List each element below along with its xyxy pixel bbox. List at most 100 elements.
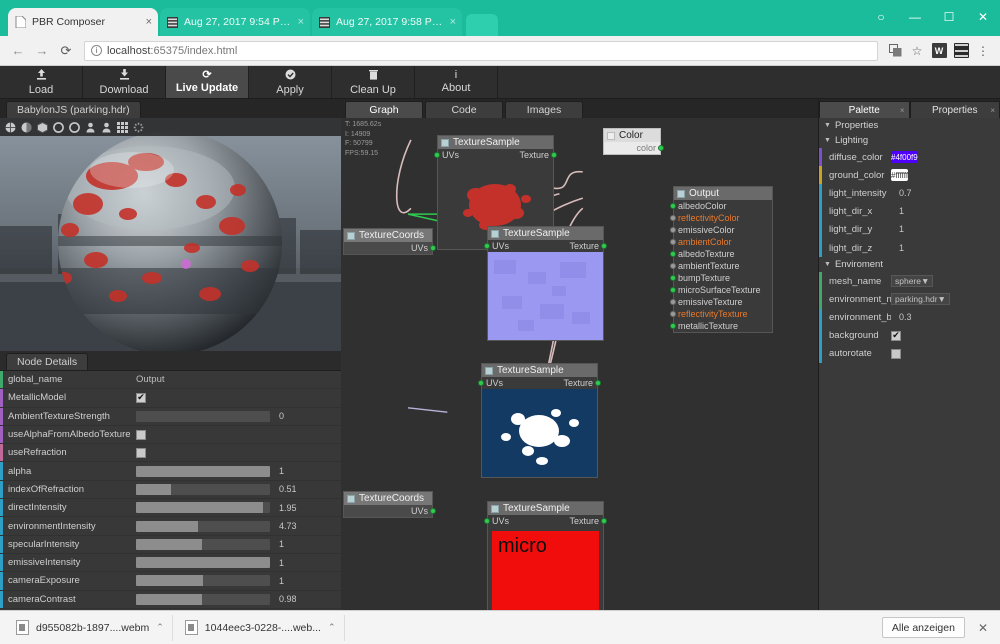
tab-properties[interactable]: Properties ×	[909, 101, 1000, 118]
property-checkbox[interactable]	[136, 447, 146, 458]
input-port[interactable]	[484, 243, 490, 249]
toolbar-download-button[interactable]: Download	[83, 66, 166, 98]
property-value[interactable]: 0.98	[276, 593, 336, 605]
property-dropdown[interactable]: sphere ▼	[891, 275, 934, 288]
property-checkbox[interactable]	[136, 429, 146, 440]
property-value[interactable]: 1	[899, 206, 904, 216]
node-color[interactable]: Color color	[603, 128, 664, 155]
bookmark-star-icon[interactable]: ☆	[906, 40, 928, 62]
browser-tab-0[interactable]: PBR Composer ×	[8, 8, 158, 36]
property-checkbox[interactable]	[891, 348, 901, 359]
input-port[interactable]	[670, 263, 676, 269]
node-port-row[interactable]: UVs	[344, 242, 436, 254]
graph-canvas[interactable]: T: 1685.62s I: 14909 F: 50799 FPS:59.15	[341, 118, 818, 610]
property-value[interactable]: 0.3	[899, 312, 912, 322]
property-value[interactable]: 1	[899, 243, 904, 253]
download-item-1[interactable]: 1044eec3-0228-....web... ⌃	[177, 614, 345, 641]
input-port[interactable]	[670, 227, 676, 233]
reload-icon[interactable]: ⟳	[54, 39, 78, 63]
output-port-row[interactable]: emissiveColor	[670, 224, 772, 236]
property-slider[interactable]	[136, 557, 270, 569]
tab-close-icon[interactable]: ×	[990, 106, 995, 115]
person-alt-icon[interactable]	[100, 121, 113, 134]
minimize-button[interactable]: —	[898, 0, 932, 34]
extension-w-icon[interactable]: W	[928, 40, 950, 62]
section-header[interactable]: ▼ Properties	[819, 118, 1000, 133]
node-port-row[interactable]: UVs Texture	[478, 377, 601, 389]
input-port[interactable]	[670, 323, 676, 329]
output-port[interactable]	[430, 508, 436, 514]
node-texture-sample-bottom[interactable]: TextureSample UVs Texture micro micro	[484, 501, 607, 610]
grid-icon[interactable]	[116, 121, 129, 134]
input-port[interactable]	[434, 152, 440, 158]
circle-outline-icon[interactable]	[68, 121, 81, 134]
output-port[interactable]	[595, 380, 601, 386]
browser-tab-2[interactable]: Aug 27, 2017 9:58 PM - ×	[312, 8, 462, 36]
show-all-downloads-button[interactable]: Alle anzeigen	[881, 617, 965, 638]
output-port-row[interactable]: ambientColor	[670, 236, 772, 248]
toolbar-load-button[interactable]: Load	[0, 66, 83, 98]
tab-close-icon[interactable]: ×	[142, 16, 152, 28]
toolbar-live-update-button[interactable]: ⟳ Live Update	[166, 66, 249, 98]
property-checkbox[interactable]: ✔	[136, 392, 146, 403]
tab-images[interactable]: Images	[505, 101, 583, 118]
maximize-button[interactable]: ☐	[932, 0, 966, 34]
circle-icon[interactable]	[52, 121, 65, 134]
node-texture-coords-bottom[interactable]: TextureCoords UVs	[343, 491, 436, 518]
toolbar-apply-button[interactable]: Apply	[249, 66, 332, 98]
property-value[interactable]: 0.51	[276, 483, 336, 495]
tab-close-icon[interactable]: ×	[900, 106, 905, 115]
node-output[interactable]: Output albedoColor reflectivityColor emiss…	[670, 186, 773, 333]
output-port[interactable]	[658, 145, 664, 151]
property-value[interactable]: 0.7	[899, 188, 912, 198]
translate-icon[interactable]	[884, 40, 906, 62]
toolbar-clean-up-button[interactable]: Clean Up	[332, 66, 415, 98]
output-port-row[interactable]: ambientTexture	[670, 260, 772, 272]
new-tab-button[interactable]	[466, 14, 498, 36]
extension-film-icon[interactable]	[950, 40, 972, 62]
input-port[interactable]	[484, 518, 490, 524]
property-value[interactable]: 0	[276, 410, 336, 422]
babylonjs-viewport[interactable]	[0, 118, 341, 370]
loading-icon[interactable]	[132, 121, 145, 134]
window-close-button[interactable]: ✕	[966, 0, 1000, 34]
input-port[interactable]	[670, 203, 676, 209]
input-port[interactable]	[670, 251, 676, 257]
output-port[interactable]	[430, 245, 436, 251]
browser-tab-1[interactable]: Aug 27, 2017 9:54 PM - ×	[160, 8, 310, 36]
close-downloads-bar-icon[interactable]: ✕	[974, 621, 992, 635]
cube-icon[interactable]	[36, 121, 49, 134]
account-icon[interactable]: ○	[864, 0, 898, 34]
info-icon[interactable]: i	[91, 45, 102, 56]
output-port-row[interactable]: bumpTexture	[670, 272, 772, 284]
property-slider[interactable]	[136, 575, 270, 587]
input-port[interactable]	[670, 275, 676, 281]
sphere-shaded-icon[interactable]	[20, 121, 33, 134]
node-port-row[interactable]: UVs	[344, 505, 436, 517]
download-item-0[interactable]: d955082b-1897....webm ⌃	[8, 614, 173, 641]
forward-icon[interactable]: →	[30, 39, 54, 63]
node-port-row[interactable]: UVs Texture	[484, 515, 607, 527]
property-value[interactable]: 1	[899, 224, 904, 234]
output-port[interactable]	[601, 518, 607, 524]
property-slider[interactable]	[136, 520, 270, 532]
input-port[interactable]	[670, 299, 676, 305]
property-value[interactable]: 1	[276, 465, 336, 477]
tab-graph[interactable]: Graph	[345, 101, 423, 118]
output-port-row[interactable]: microSurfaceTexture	[670, 284, 772, 296]
color-swatch[interactable]: #4f00f9	[891, 151, 918, 164]
tab-node-details[interactable]: Node Details	[6, 353, 89, 370]
input-port[interactable]	[670, 311, 676, 317]
property-slider[interactable]	[136, 593, 270, 605]
input-port[interactable]	[670, 239, 676, 245]
output-port-row[interactable]: albedoColor	[670, 200, 772, 212]
output-port-row[interactable]: albedoTexture	[670, 248, 772, 260]
node-port-row[interactable]: UVs Texture	[484, 240, 607, 252]
output-port[interactable]	[601, 243, 607, 249]
property-value[interactable]: 1	[276, 575, 336, 587]
chrome-menu-icon[interactable]: ⋮	[972, 40, 994, 62]
output-port-row[interactable]: emissiveTexture	[670, 296, 772, 308]
property-value[interactable]: 1.95	[276, 502, 336, 514]
section-header[interactable]: ▼ Enviroment	[819, 257, 1000, 273]
property-dropdown[interactable]: parking.hdr ▼	[891, 293, 950, 306]
